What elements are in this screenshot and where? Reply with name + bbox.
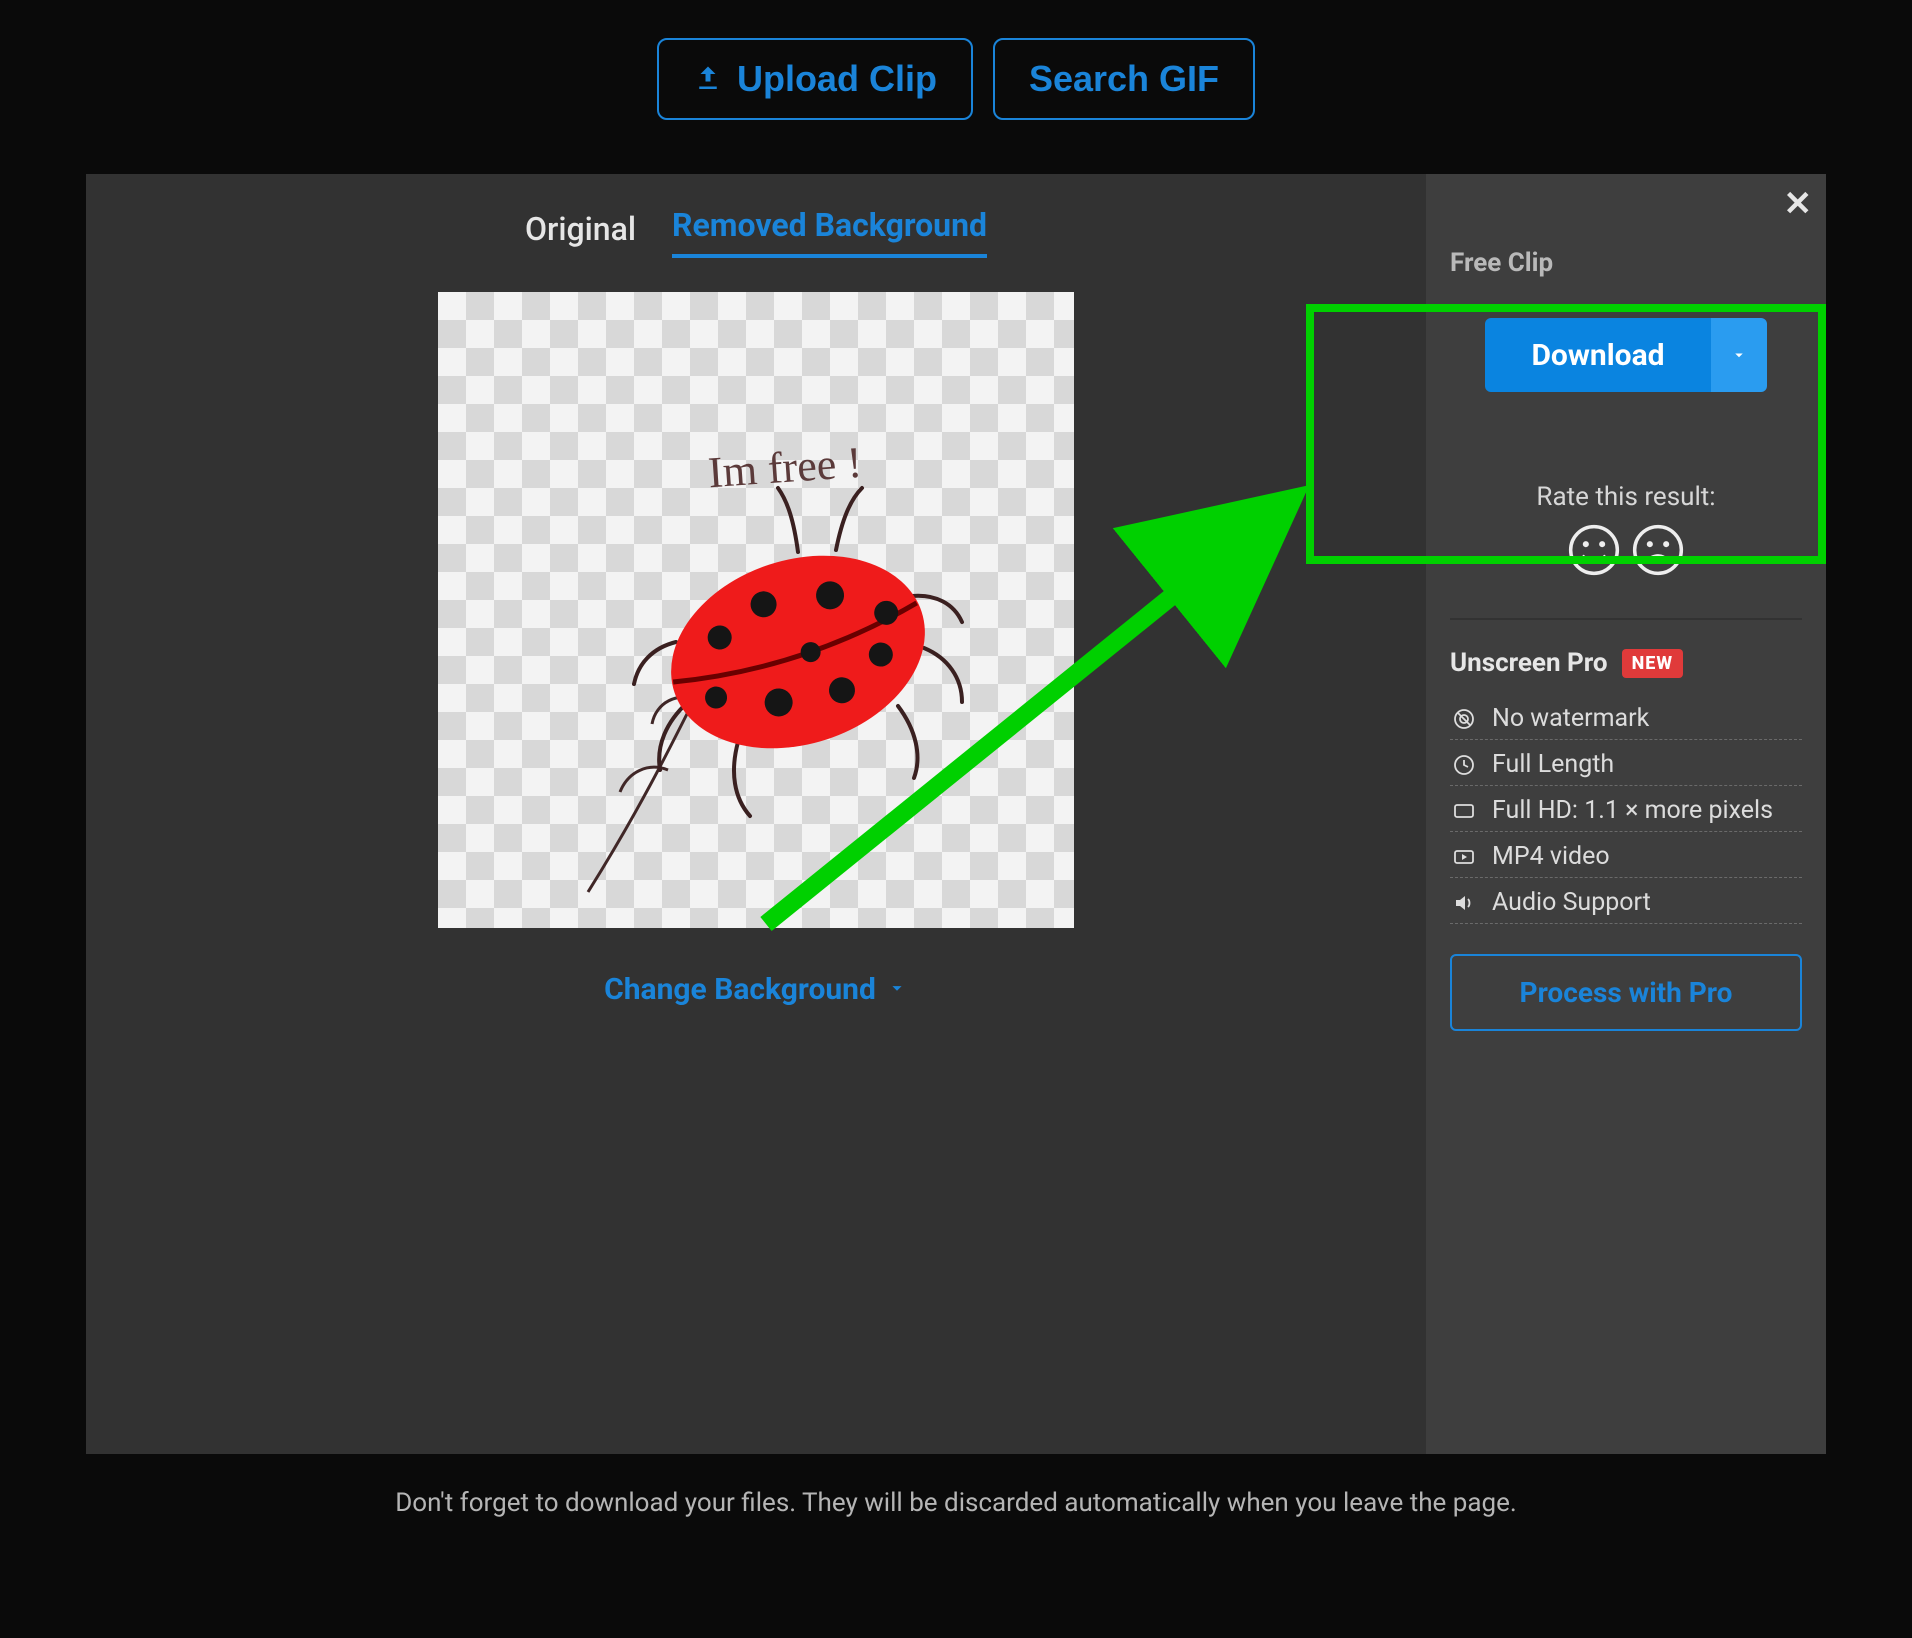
feature-audio: Audio Support — [1450, 888, 1802, 924]
watermark-icon — [1450, 705, 1478, 733]
pro-features-list: No watermark Full Length Full HD: 1.1 × … — [1450, 704, 1802, 924]
page-root: Upload Clip Search GIF Original Removed … — [0, 0, 1912, 1638]
download-row: Download — [1450, 318, 1802, 392]
preview-tabs: Original Removed Background — [525, 206, 987, 258]
feature-full-hd: Full HD: 1.1 × more pixels — [1450, 796, 1802, 832]
sidebar: ✕ Free Clip Download Rate this result: — [1426, 174, 1826, 1454]
change-background-label: Change Background — [604, 972, 876, 1007]
tab-removed-background[interactable]: Removed Background — [672, 206, 987, 258]
rate-sad-icon[interactable] — [1630, 522, 1686, 578]
footer-note: Don't forget to download your files. The… — [395, 1488, 1517, 1518]
change-background-button[interactable]: Change Background — [604, 972, 908, 1007]
process-with-pro-button[interactable]: Process with Pro — [1450, 954, 1802, 1031]
chevron-down-icon — [886, 972, 908, 1007]
preview-illustration: Im free ! — [438, 292, 1074, 928]
download-caret[interactable] — [1711, 318, 1767, 392]
free-clip-label: Free Clip — [1450, 248, 1802, 278]
rate-happy-icon[interactable] — [1566, 522, 1622, 578]
pro-heading: Unscreen Pro NEW — [1450, 648, 1802, 678]
feature-full-length: Full Length — [1450, 750, 1802, 786]
feature-mp4: MP4 video — [1450, 842, 1802, 878]
rate-faces — [1450, 522, 1802, 578]
audio-icon — [1450, 889, 1478, 917]
top-button-row: Upload Clip Search GIF — [657, 38, 1255, 120]
hd-icon — [1450, 797, 1478, 825]
upload-icon — [693, 64, 723, 94]
download-button[interactable]: Download — [1485, 318, 1766, 392]
close-icon[interactable]: ✕ — [1784, 184, 1813, 224]
download-label: Download — [1485, 318, 1710, 392]
feature-label: No watermark — [1492, 704, 1649, 733]
upload-clip-label: Upload Clip — [737, 58, 937, 100]
sidebar-divider — [1450, 618, 1802, 620]
result-panel: Original Removed Background — [86, 174, 1826, 1454]
feature-label: Full Length — [1492, 750, 1614, 779]
new-badge: NEW — [1622, 649, 1683, 678]
video-icon — [1450, 843, 1478, 871]
feature-label: Full HD: 1.1 × more pixels — [1492, 796, 1773, 825]
preview-caption-text: Im free ! — [706, 437, 863, 499]
upload-clip-button[interactable]: Upload Clip — [657, 38, 973, 120]
rate-result-label: Rate this result: — [1450, 482, 1802, 512]
tab-original[interactable]: Original — [525, 210, 636, 258]
clock-icon — [1450, 751, 1478, 779]
caret-down-icon — [1730, 346, 1748, 364]
main-area: Original Removed Background — [86, 174, 1426, 1454]
search-gif-button[interactable]: Search GIF — [993, 38, 1255, 120]
feature-no-watermark: No watermark — [1450, 704, 1802, 740]
feature-label: MP4 video — [1492, 842, 1610, 871]
preview-canvas: Im free ! — [438, 292, 1074, 928]
search-gif-label: Search GIF — [1029, 58, 1219, 100]
feature-label: Audio Support — [1492, 888, 1651, 917]
pro-title: Unscreen Pro — [1450, 648, 1608, 678]
